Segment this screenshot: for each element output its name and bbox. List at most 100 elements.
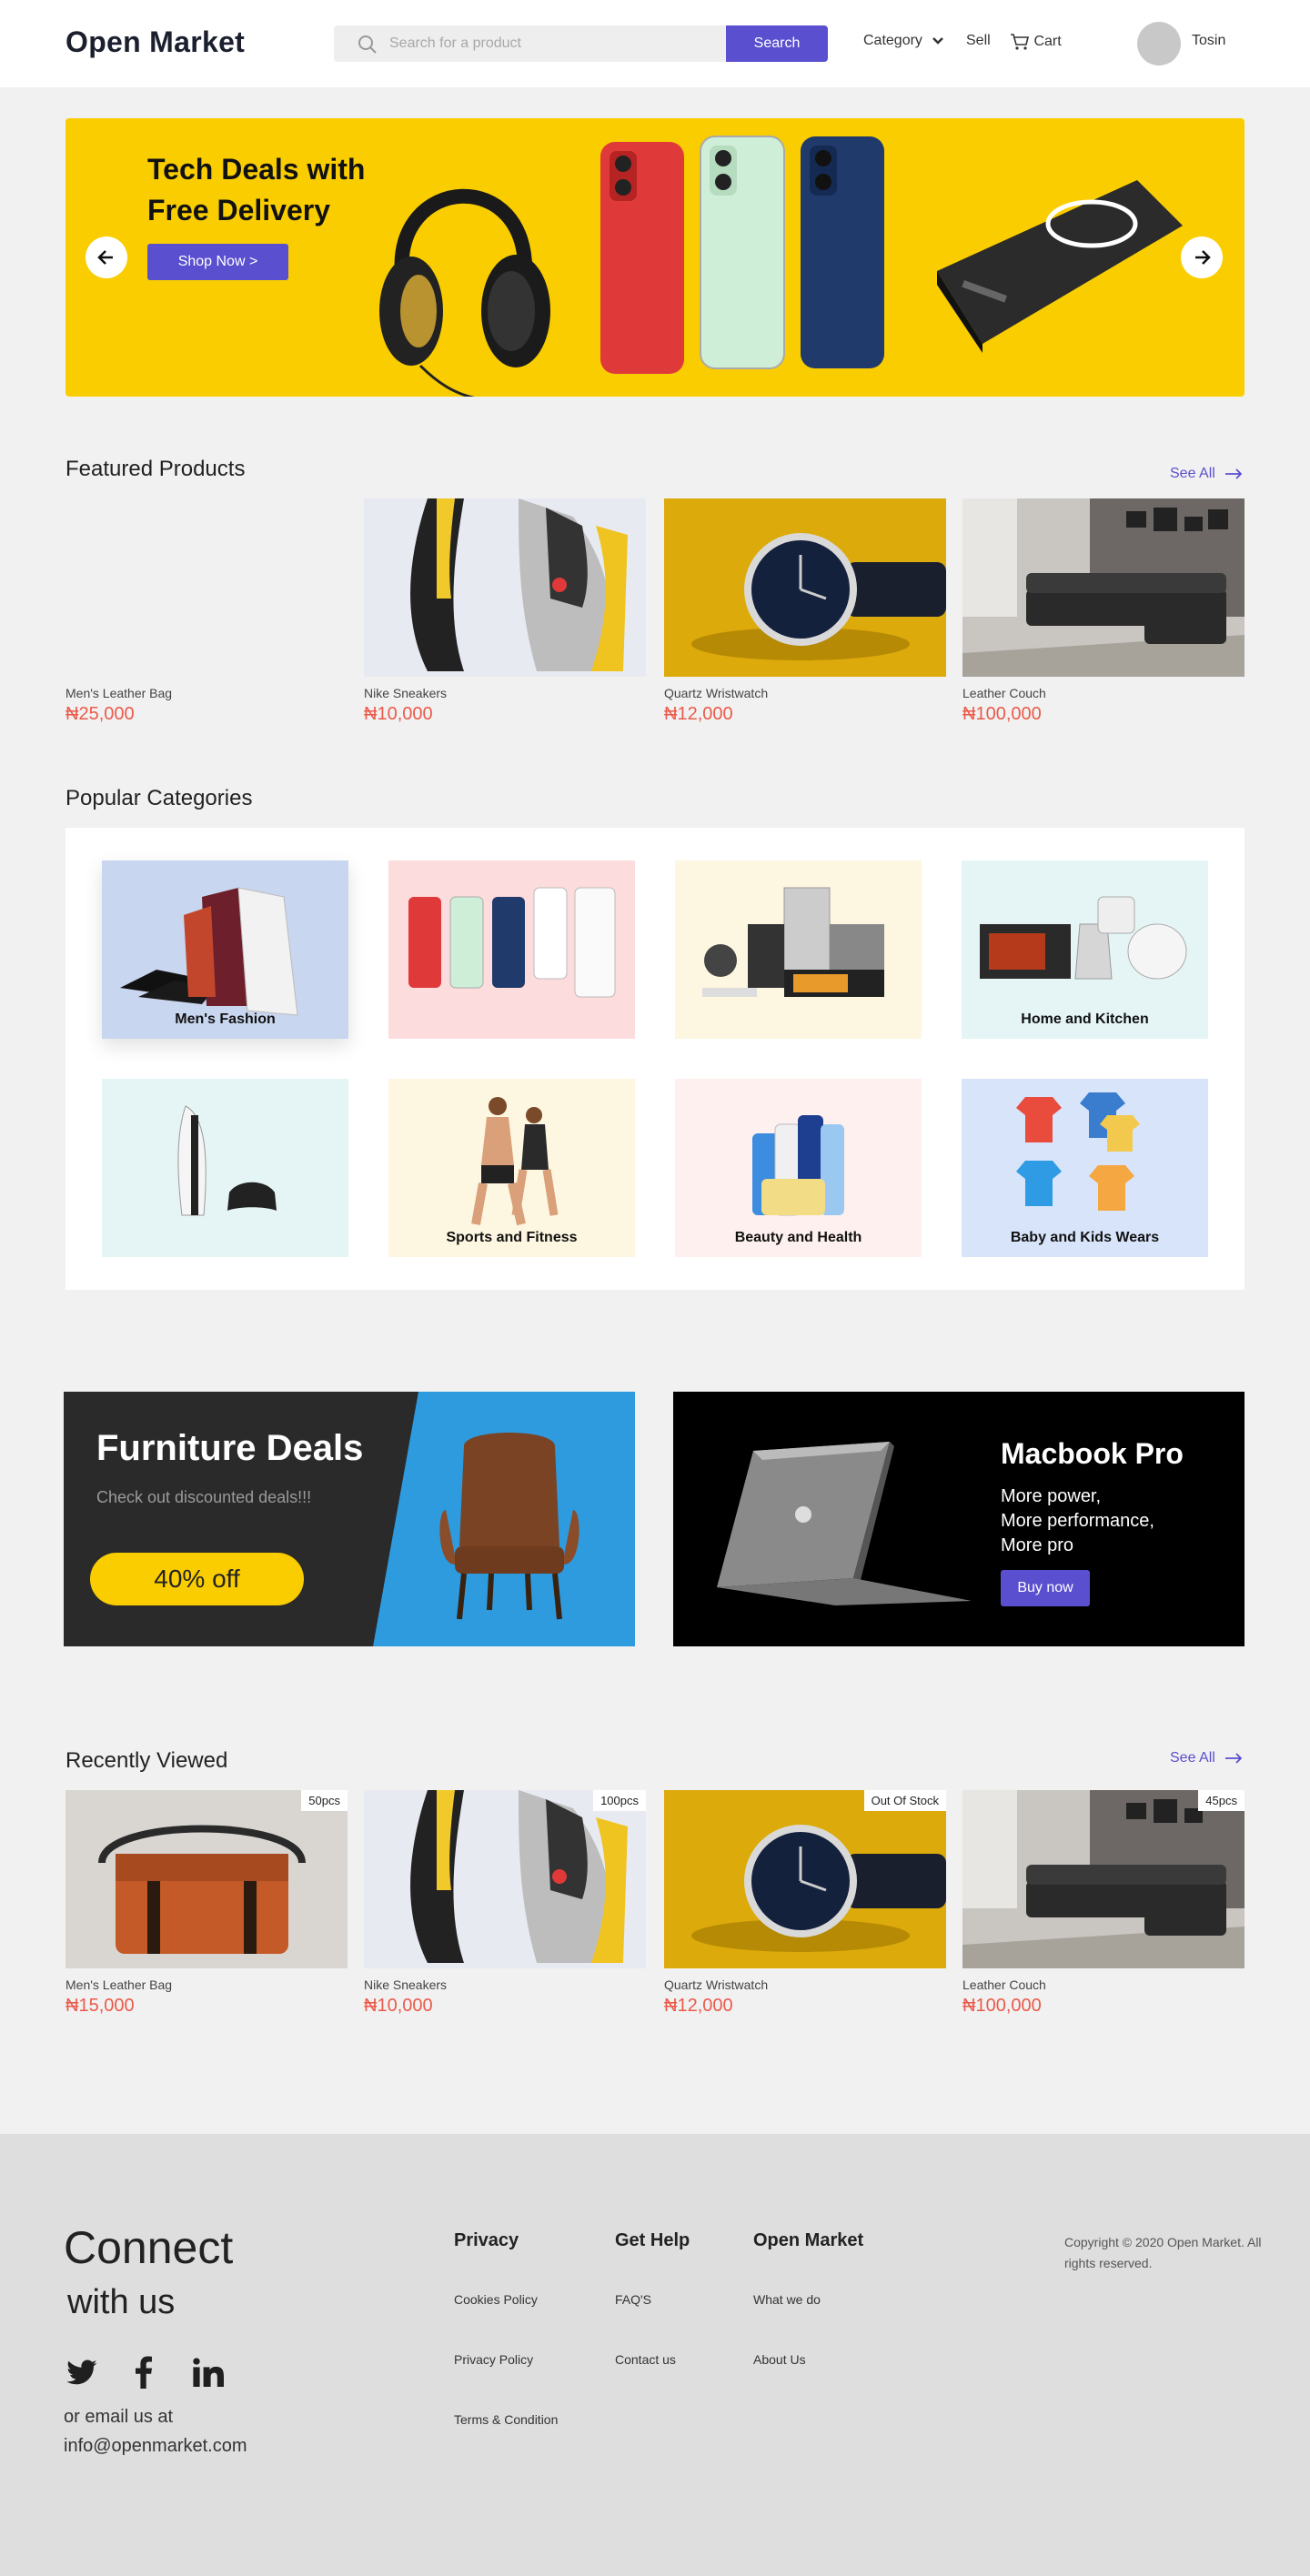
category-label: Men's Fashion: [175, 1011, 276, 1027]
product-name: Men's Leather Bag: [66, 686, 173, 700]
product-name: Leather Couch: [962, 1977, 1046, 1992]
macbook-tagline: More power, More performance, More pro: [1001, 1484, 1154, 1558]
linkedin-icon[interactable]: [193, 2358, 226, 2387]
couch-image: [962, 498, 1244, 677]
featured-see-all[interactable]: See All: [1170, 466, 1243, 482]
armchair-image: [439, 1433, 579, 1620]
user-name[interactable]: Tosin: [1192, 33, 1225, 49]
buy-now-button[interactable]: Buy now: [1001, 1570, 1090, 1606]
arrow-left-icon: [97, 250, 113, 265]
macbook-promo[interactable]: Macbook Pro More power, More performance…: [673, 1392, 1244, 1646]
stock-badge: 50pcs: [301, 1790, 348, 1811]
stock-badge: Out Of Stock: [863, 1790, 946, 1811]
categories-title: Popular Categories: [66, 786, 253, 810]
email-link[interactable]: info@openmarket.com: [64, 2436, 247, 2457]
see-all-label: See All: [1170, 466, 1215, 481]
cart-link[interactable]: Cart: [1010, 33, 1062, 51]
promo-title: Furniture Deals: [96, 1428, 364, 1468]
recent-title: Recently Viewed: [66, 1748, 228, 1773]
category-menu[interactable]: Category: [863, 33, 944, 49]
product-card[interactable]: Leather Couch ₦100,000: [962, 498, 1244, 725]
category-card-home-kitchen[interactable]: Home and Kitchen: [962, 860, 1208, 1039]
product-name: Nike Sneakers: [364, 686, 448, 700]
cookies-policy-link[interactable]: Cookies Policy: [454, 2292, 538, 2307]
macbook-title: Macbook Pro: [1001, 1437, 1184, 1470]
hero-title-line1: Tech Deals with: [147, 153, 366, 186]
category-card-beauty[interactable]: Beauty and Health: [675, 1079, 922, 1257]
privacy-policy-link[interactable]: Privacy Policy: [454, 2352, 533, 2367]
email-label: or email us at: [64, 2407, 174, 2427]
promo-subtitle: Check out discounted deals!!!: [96, 1488, 312, 1506]
product-price: ₦25,000: [66, 704, 135, 724]
chevron-down-icon: [932, 36, 944, 45]
product-card[interactable]: Nike Sneakers ₦10,000: [364, 498, 646, 725]
category-card-gaming[interactable]: [102, 1079, 348, 1257]
footer: Connect with us or email us at info@open…: [0, 2134, 1310, 2576]
tagline-line1: More power,: [1001, 1486, 1102, 1506]
hero-title: Tech Deals with Free Delivery: [147, 149, 384, 231]
search-icon: [358, 35, 377, 54]
product-card[interactable]: 100pcs Nike Sneakers ₦10,000: [364, 1790, 646, 2017]
furniture-promo[interactable]: Furniture Deals Check out discounted dea…: [64, 1392, 635, 1646]
about-us-link[interactable]: About Us: [753, 2352, 806, 2367]
search-button[interactable]: Search: [726, 25, 828, 62]
terms-link[interactable]: Terms & Condition: [454, 2412, 558, 2427]
footer-help-title: Get Help: [615, 2230, 690, 2250]
product-price: ₦12,000: [664, 704, 733, 724]
connect-heading: Connect: [64, 2222, 234, 2273]
copyright: Copyright © 2020 Open Market. All rights…: [1064, 2235, 1262, 2270]
console-icon: [177, 1105, 277, 1216]
recent-see-all[interactable]: See All: [1170, 1750, 1243, 1766]
product-card[interactable]: Out Of Stock Quartz Wristwatch ₦12,000: [664, 1790, 946, 2017]
category-card-appliances[interactable]: [675, 860, 922, 1039]
product-image: [962, 498, 1244, 677]
what-we-do-link[interactable]: What we do: [753, 2292, 821, 2307]
power-bank-image: [937, 180, 1183, 353]
appliances-icon: [702, 887, 884, 997]
sell-link[interactable]: Sell: [966, 33, 991, 49]
shop-now-button[interactable]: Shop Now >: [147, 244, 288, 280]
product-card[interactable]: Men's Leather Bag ₦25,000: [66, 498, 348, 725]
watch-image: [664, 498, 946, 677]
arrow-right-icon: [1195, 250, 1211, 265]
product-card[interactable]: 45pcs Leather Couch ₦100,000: [962, 1790, 1244, 2017]
top-nav: Open Market Search Category Sell Cart To…: [0, 0, 1310, 87]
hero-next-button[interactable]: [1181, 236, 1223, 278]
product-image: Out Of Stock: [664, 1790, 946, 1968]
leather-bag-image: [66, 1790, 348, 1968]
facebook-icon[interactable]: [135, 2356, 153, 2389]
category-label: Baby and Kids Wears: [1010, 1230, 1160, 1245]
sneaker-image: [410, 1790, 628, 1963]
product-price: ₦100,000: [962, 704, 1042, 724]
avatar[interactable]: [1137, 22, 1181, 65]
search-input[interactable]: [389, 27, 717, 60]
footer-privacy-title: Privacy: [454, 2230, 519, 2250]
tagline-line3: More pro: [1001, 1535, 1074, 1555]
phones-icon: [408, 887, 616, 998]
twitter-icon[interactable]: [66, 2360, 98, 2387]
faq-link[interactable]: FAQ'S: [615, 2292, 651, 2307]
category-card-kids[interactable]: Baby and Kids Wears: [962, 1079, 1208, 1257]
product-card[interactable]: Quartz Wristwatch ₦12,000: [664, 498, 946, 725]
product-image: 50pcs: [66, 1790, 348, 1968]
category-card-phones[interactable]: [388, 860, 635, 1039]
category-card-mens-fashion[interactable]: Men's Fashion: [102, 860, 348, 1039]
hero-prev-button[interactable]: [86, 236, 127, 278]
category-card-sports[interactable]: Sports and Fitness: [388, 1079, 635, 1257]
watch-image: [664, 1790, 946, 1968]
couch-image: [962, 1790, 1244, 1968]
category-label: Sports and Fitness: [446, 1230, 578, 1245]
logo[interactable]: Open Market: [66, 25, 245, 59]
product-name: Quartz Wristwatch: [664, 686, 769, 700]
see-all-label: See All: [1170, 1750, 1215, 1766]
hero-title-line2: Free Delivery: [147, 194, 331, 226]
product-card[interactable]: 50pcs Men's Leather Bag ₦15,000: [66, 1790, 348, 2017]
cart-label: Cart: [1033, 34, 1062, 50]
product-price: ₦10,000: [364, 704, 433, 724]
contact-link[interactable]: Contact us: [615, 2352, 676, 2367]
arrow-right-icon: [1224, 468, 1243, 479]
categories-panel: Men's Fashion Home and Kitchen Sports an…: [66, 828, 1244, 1290]
cart-icon: [1011, 34, 1030, 50]
product-image: [664, 498, 946, 677]
discount-badge[interactable]: 40% off: [90, 1553, 304, 1605]
